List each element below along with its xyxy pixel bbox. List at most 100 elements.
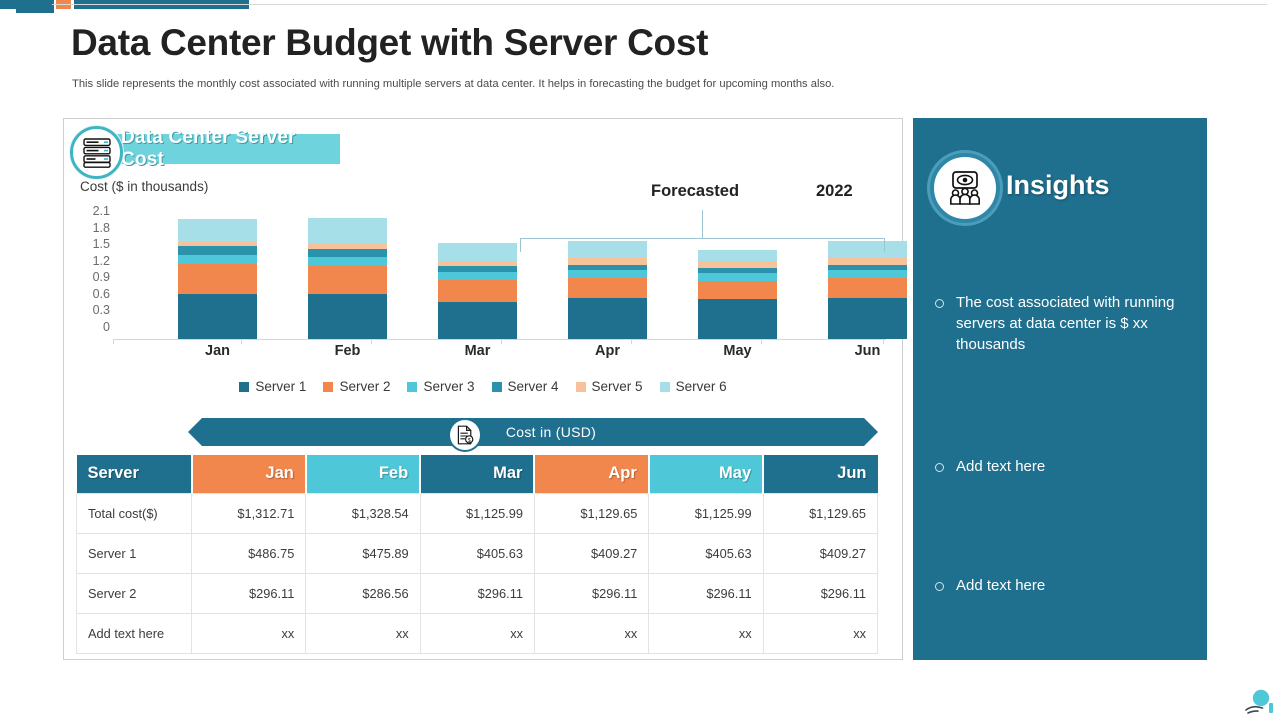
bar-segment-server-1 bbox=[568, 297, 647, 339]
bar-segment-server-2 bbox=[568, 277, 647, 298]
table-header-jan: Jan bbox=[191, 455, 307, 493]
bullet-marker bbox=[935, 299, 944, 308]
bullet-marker bbox=[935, 582, 944, 591]
insight-bullet-text: Add text here bbox=[956, 577, 1046, 594]
legend-label: Server 4 bbox=[507, 379, 559, 394]
legend-item-server-3: Server 3 bbox=[407, 379, 475, 394]
insights-panel: Insights The cost associated with runnin… bbox=[913, 118, 1207, 660]
document-dollar-icon: $ bbox=[448, 418, 482, 452]
bar-segment-server-4 bbox=[308, 249, 387, 257]
hand-holding-circle-icon bbox=[1244, 688, 1276, 716]
table-header-may: May bbox=[648, 455, 765, 493]
bar-mar bbox=[438, 243, 517, 339]
bar-segment-server-3 bbox=[828, 270, 907, 278]
bar-segment-server-1 bbox=[308, 294, 387, 339]
legend-item-server-2: Server 2 bbox=[323, 379, 390, 394]
server-rack-icon bbox=[70, 126, 123, 179]
bar-segment-server-1 bbox=[178, 294, 257, 339]
cell-feb: $286.56 bbox=[305, 572, 421, 614]
cell-jun: xx bbox=[762, 612, 879, 654]
bar-segment-server-6 bbox=[438, 243, 517, 261]
table-row: Total cost($) $1,312.71 $1,328.54 $1,125… bbox=[76, 492, 879, 534]
insight-bullet-1: The cost associated with running servers… bbox=[935, 292, 1190, 355]
bar-may bbox=[698, 249, 777, 339]
forecast-bracket bbox=[520, 238, 885, 252]
y-tick-4: 0.9 bbox=[92, 270, 110, 284]
bar-segment-server-6 bbox=[178, 219, 257, 242]
bar-segment-server-3 bbox=[698, 273, 777, 282]
legend-item-server-4: Server 4 bbox=[491, 379, 559, 394]
legend-label: Server 3 bbox=[423, 379, 475, 394]
cell-may: $1,125.99 bbox=[648, 492, 764, 534]
cost-usd-label: Cost in (USD) bbox=[505, 424, 597, 440]
row-label: Server 1 bbox=[76, 532, 192, 574]
bar-segment-server-5 bbox=[568, 258, 647, 266]
cell-jan: $486.75 bbox=[190, 532, 307, 574]
cell-jan: $1,312.71 bbox=[190, 492, 307, 534]
cell-feb: $475.89 bbox=[305, 532, 421, 574]
bar-segment-server-4 bbox=[178, 246, 257, 256]
x-label-may: May bbox=[723, 343, 752, 359]
table-row: Server 1 $486.75 $475.89 $405.63 $409.27… bbox=[76, 532, 879, 574]
cell-apr: $409.27 bbox=[533, 532, 650, 574]
bar-apr bbox=[568, 241, 647, 339]
forecast-label: Forecasted bbox=[651, 182, 740, 200]
cell-apr: xx bbox=[533, 612, 650, 654]
insight-bullet-text: The cost associated with running servers… bbox=[956, 294, 1175, 353]
svg-text:$: $ bbox=[468, 438, 471, 444]
legend-item-server-1: Server 1 bbox=[239, 379, 306, 394]
bar-segment-server-3 bbox=[568, 270, 647, 278]
insight-bullet-text: Add text here bbox=[956, 458, 1046, 475]
bar-segment-server-1 bbox=[828, 297, 907, 339]
cell-jun: $296.11 bbox=[762, 572, 879, 614]
y-tick-2: 1.5 bbox=[92, 237, 110, 251]
bar-segment-server-2 bbox=[438, 279, 517, 302]
cell-may: $296.11 bbox=[648, 572, 764, 614]
table-row: Add text here xx xx xx xx xx xx bbox=[76, 612, 879, 654]
insight-bullet-3: Add text here bbox=[935, 575, 1190, 596]
legend-label: Server 6 bbox=[675, 379, 727, 394]
page-subtitle: This slide represents the monthly cost a… bbox=[72, 78, 835, 90]
y-tick-1: 1.8 bbox=[92, 220, 110, 235]
legend-label: Server 5 bbox=[591, 379, 643, 394]
table-header-jun: Jun bbox=[763, 455, 878, 493]
table-header-row: Server Jan Feb Mar Apr May Jun bbox=[76, 455, 878, 493]
bar-segment-server-5 bbox=[828, 258, 907, 266]
cell-mar: $405.63 bbox=[419, 532, 535, 574]
bar-segment-server-2 bbox=[828, 277, 907, 298]
table-header-feb: Feb bbox=[305, 455, 422, 493]
legend-swatch bbox=[575, 381, 586, 392]
chart-legend: Server 1 Server 2 Server 3 Server 4 Serv… bbox=[80, 379, 886, 394]
legend-label: Server 1 bbox=[255, 379, 307, 394]
cell-mar: $1,125.99 bbox=[419, 492, 535, 534]
insights-title: Insights bbox=[1006, 170, 1110, 200]
forecast-year-label: 2022 bbox=[816, 182, 853, 200]
axis-tick bbox=[113, 340, 114, 344]
forecast-bracket-stem bbox=[702, 210, 704, 239]
bar-segment-server-2 bbox=[178, 263, 257, 294]
cell-jun: $409.27 bbox=[762, 532, 879, 574]
x-label-feb: Feb bbox=[334, 343, 361, 359]
bar-segment-server-2 bbox=[698, 281, 777, 300]
legend-swatch bbox=[239, 381, 250, 392]
cell-jun: $1,129.65 bbox=[762, 492, 879, 534]
cost-table: Server Jan Feb Mar Apr May Jun Total cos… bbox=[76, 455, 879, 654]
bar-segment-server-2 bbox=[308, 265, 387, 294]
plot-area: Jan Feb Mar Apr May Jun bbox=[113, 205, 907, 359]
stacked-bar-chart: 2.1 1.8 1.5 1.2 0.9 0.6 0.3 0 Jan Feb Ma… bbox=[80, 205, 907, 359]
legend-item-server-5: Server 5 bbox=[575, 379, 643, 394]
table-header-server: Server bbox=[76, 455, 193, 493]
table-row: Server 2 $296.11 $286.56 $296.11 $296.11… bbox=[76, 572, 879, 614]
row-label: Server 2 bbox=[76, 572, 192, 614]
chart-title-badge: Data Center Server Cost bbox=[108, 127, 340, 170]
y-tick-7: 0 bbox=[103, 320, 110, 334]
bar-jan bbox=[178, 219, 257, 339]
cell-mar: $296.11 bbox=[419, 572, 535, 614]
y-tick-3: 1.2 bbox=[92, 253, 110, 268]
cell-jan: xx bbox=[190, 612, 307, 654]
cell-feb: $1,328.54 bbox=[305, 492, 421, 534]
legend-label: Server 2 bbox=[339, 379, 391, 394]
bullet-marker bbox=[935, 463, 944, 472]
cell-may: $405.63 bbox=[648, 532, 764, 574]
x-axis-line bbox=[113, 339, 886, 340]
